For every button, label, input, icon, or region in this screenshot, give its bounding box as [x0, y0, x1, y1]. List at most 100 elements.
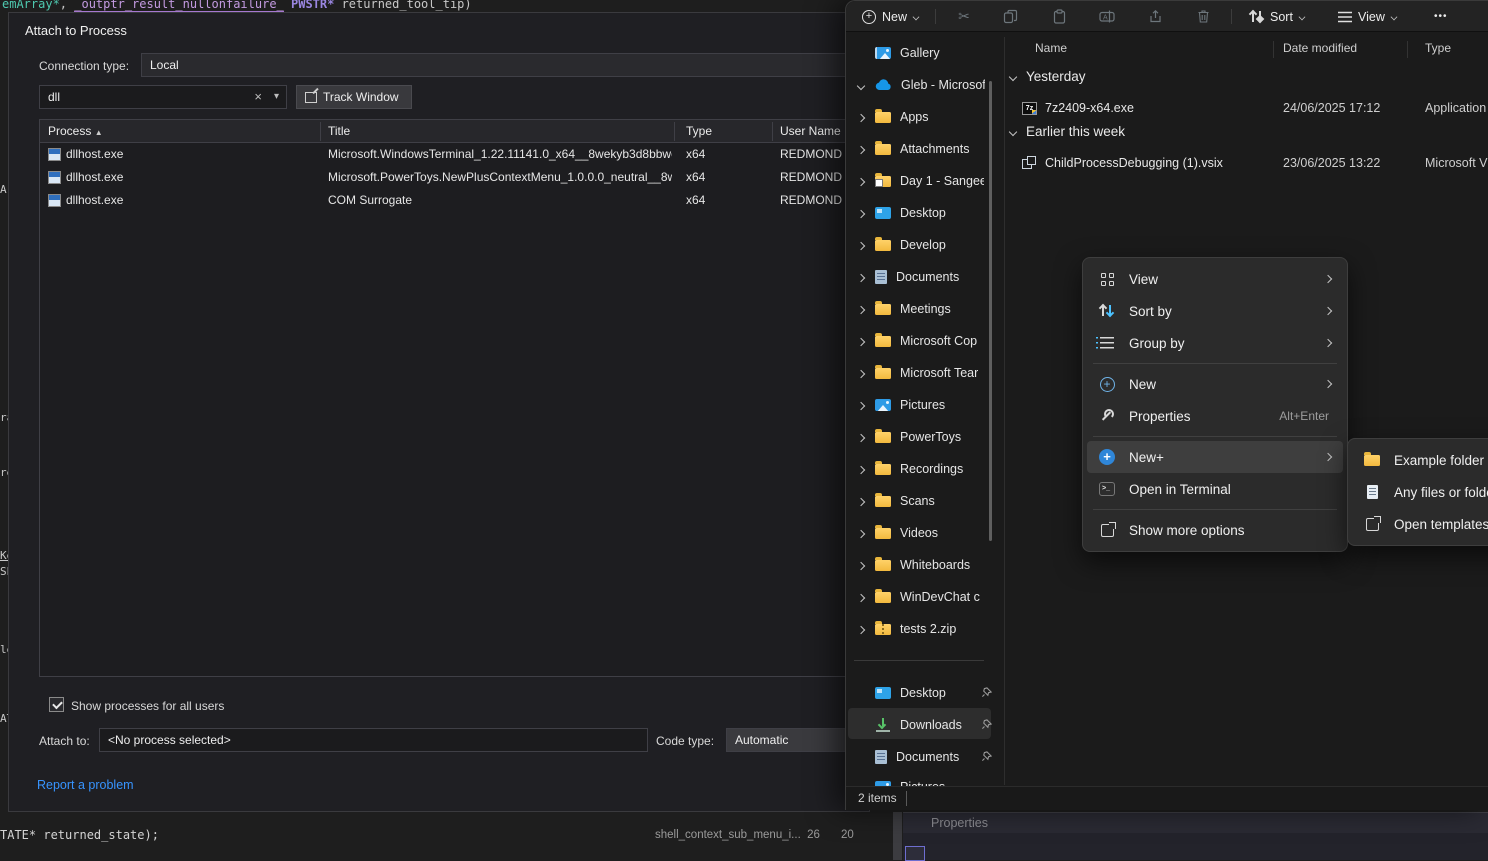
terminal-icon: >_: [1099, 482, 1115, 496]
track-window-button[interactable]: Track Window: [296, 85, 412, 109]
chevron-right-icon[interactable]: [857, 562, 865, 570]
menu-item-properties[interactable]: Properties Alt+Enter: [1087, 400, 1343, 432]
sidebar-item-folder[interactable]: Scans: [858, 486, 998, 516]
menu-item-open-in-terminal[interactable]: >_ Open in Terminal: [1087, 473, 1343, 505]
menu-item-show-more-options[interactable]: Show more options: [1087, 514, 1343, 546]
process-row[interactable]: dllhost.exe COM Surrogate x64 REDMOND: [40, 189, 850, 212]
clear-filter-icon[interactable]: ×: [254, 86, 262, 108]
sidebar-item-zip[interactable]: tests 2.zip: [858, 614, 998, 644]
gallery-icon: [875, 47, 891, 59]
folder-shortcut-icon: [875, 176, 891, 187]
delete-icon[interactable]: [1195, 9, 1211, 25]
chevron-right-icon[interactable]: [857, 338, 865, 346]
attach-to-field[interactable]: <No process selected>: [99, 728, 648, 752]
sidebar-item-folder[interactable]: Recordings: [858, 454, 998, 484]
sidebar-item-folder[interactable]: Microsoft Tear: [858, 358, 998, 388]
chevron-right-icon[interactable]: [857, 114, 865, 122]
folder-icon: [875, 336, 891, 347]
group-header-yesterday[interactable]: Yesterday: [1010, 69, 1086, 84]
newplus-submenu: Example folder Any files or folde Open t…: [1347, 438, 1488, 546]
menu-item-new[interactable]: + New: [1087, 368, 1343, 400]
column-header-date-modified[interactable]: Date modified: [1283, 41, 1357, 55]
sidebar-item-folder[interactable]: PowerToys: [858, 422, 998, 452]
connection-type-combobox[interactable]: Local: [141, 53, 863, 77]
submenu-item-open-templates[interactable]: Open templates: [1352, 508, 1488, 540]
sidebar-item-folder[interactable]: Attachments: [858, 134, 998, 164]
chevron-right-icon[interactable]: [857, 530, 865, 538]
column-header-title[interactable]: Title: [328, 124, 350, 138]
group-header-earlier-this-week[interactable]: Earlier this week: [1010, 124, 1125, 139]
menu-divider: [1093, 509, 1337, 510]
column-header-type[interactable]: Type: [686, 124, 712, 138]
paste-icon[interactable]: [1051, 9, 1067, 25]
sidebar-item-folder[interactable]: Apps: [858, 102, 998, 132]
file-row[interactable]: 7z 7z2409-x64.exe: [1022, 96, 1134, 120]
share-icon[interactable]: [1147, 9, 1163, 25]
folder-icon: [875, 240, 891, 251]
sidebar-item-downloads-pinned[interactable]: Downloads: [858, 710, 998, 740]
pane-divider[interactable]: [1004, 37, 1005, 785]
submenu-item-example-folder[interactable]: Example folder: [1352, 444, 1488, 476]
submenu-item-any-files[interactable]: Any files or folde: [1352, 476, 1488, 508]
sidebar-item-folder[interactable]: WinDevChat c: [858, 582, 998, 612]
process-row[interactable]: dllhost.exe Microsoft.WindowsTerminal_1.…: [40, 143, 850, 166]
editor-scrollbar[interactable]: [893, 812, 902, 860]
chevron-right-icon[interactable]: [857, 178, 865, 186]
chevron-right-icon[interactable]: [857, 434, 865, 442]
copy-icon[interactable]: [1002, 9, 1018, 25]
sidebar-item-gallery[interactable]: Gallery: [858, 38, 998, 68]
show-all-users-checkbox[interactable]: [49, 697, 64, 712]
chevron-down-icon: [1009, 127, 1017, 135]
chevron-right-icon[interactable]: [857, 306, 865, 314]
menu-item-new-plus[interactable]: + New+: [1087, 441, 1343, 473]
sidebar-item-documents[interactable]: Documents: [858, 262, 998, 292]
menu-item-sort-by[interactable]: Sort by: [1087, 295, 1343, 327]
properties-panel-item[interactable]: [905, 846, 925, 861]
chevron-right-icon[interactable]: [857, 466, 865, 474]
sidebar-item-folder[interactable]: Develop: [858, 230, 998, 260]
code-type-combobox[interactable]: Automatic: [726, 728, 863, 752]
process-filter-input[interactable]: dll × ▾: [39, 85, 287, 109]
filter-dropdown-icon[interactable]: ▾: [274, 86, 279, 108]
new-button[interactable]: + New: [856, 5, 925, 28]
view-button[interactable]: View: [1332, 5, 1403, 28]
chevron-right-icon[interactable]: [857, 210, 865, 218]
explorer-status-bar: 2 items: [846, 786, 1488, 810]
column-header-process[interactable]: Process ▲: [48, 124, 103, 138]
column-header-name[interactable]: Name: [1035, 41, 1067, 55]
rename-icon[interactable]: A: [1099, 9, 1115, 25]
file-row[interactable]: ChildProcessDebugging (1).vsix: [1022, 151, 1223, 175]
chevron-right-icon[interactable]: [857, 274, 865, 282]
sidebar-item-desktop-pinned[interactable]: Desktop: [858, 678, 998, 708]
sidebar-scrollbar[interactable]: [989, 81, 992, 541]
column-header-type[interactable]: Type: [1425, 41, 1451, 55]
see-more-button[interactable]: •••: [1428, 5, 1454, 28]
sidebar-item-folder[interactable]: Day 1 - Sangee: [858, 166, 998, 196]
sidebar-item-folder[interactable]: Whiteboards: [858, 550, 998, 580]
chevron-right-icon[interactable]: [857, 594, 865, 602]
sidebar-item-desktop[interactable]: Desktop: [858, 198, 998, 228]
chevron-right-icon[interactable]: [857, 370, 865, 378]
sort-button[interactable]: Sort: [1244, 5, 1311, 28]
chevron-right-icon[interactable]: [857, 626, 865, 634]
report-a-problem-link[interactable]: Report a problem: [37, 778, 134, 792]
chevron-right-icon[interactable]: [857, 402, 865, 410]
cut-icon[interactable]: ✂: [956, 9, 972, 25]
chevron-right-icon[interactable]: [857, 146, 865, 154]
sidebar-item-folder[interactable]: Videos: [858, 518, 998, 548]
sidebar-item-documents-pinned[interactable]: Documents: [858, 742, 998, 772]
sidebar-item-folder[interactable]: Microsoft Cop: [858, 326, 998, 356]
chevron-right-icon[interactable]: [857, 242, 865, 250]
group-list-icon: [1100, 337, 1114, 349]
chevron-down-icon[interactable]: [857, 82, 865, 90]
sidebar-item-folder[interactable]: Meetings: [858, 294, 998, 324]
view-grid-icon: [1101, 273, 1114, 286]
column-header-username[interactable]: User Name: [780, 124, 841, 138]
sidebar-item-onedrive[interactable]: Gleb - Microsof: [858, 70, 998, 100]
codelens-reference[interactable]: shell_context_sub_menu_i... 26: [655, 829, 820, 841]
menu-item-group-by[interactable]: Group by: [1087, 327, 1343, 359]
menu-item-view[interactable]: View: [1087, 263, 1343, 295]
chevron-right-icon[interactable]: [857, 498, 865, 506]
process-row[interactable]: dllhost.exe Microsoft.PowerToys.NewPlusC…: [40, 166, 850, 189]
sidebar-item-pictures[interactable]: Pictures: [858, 390, 998, 420]
